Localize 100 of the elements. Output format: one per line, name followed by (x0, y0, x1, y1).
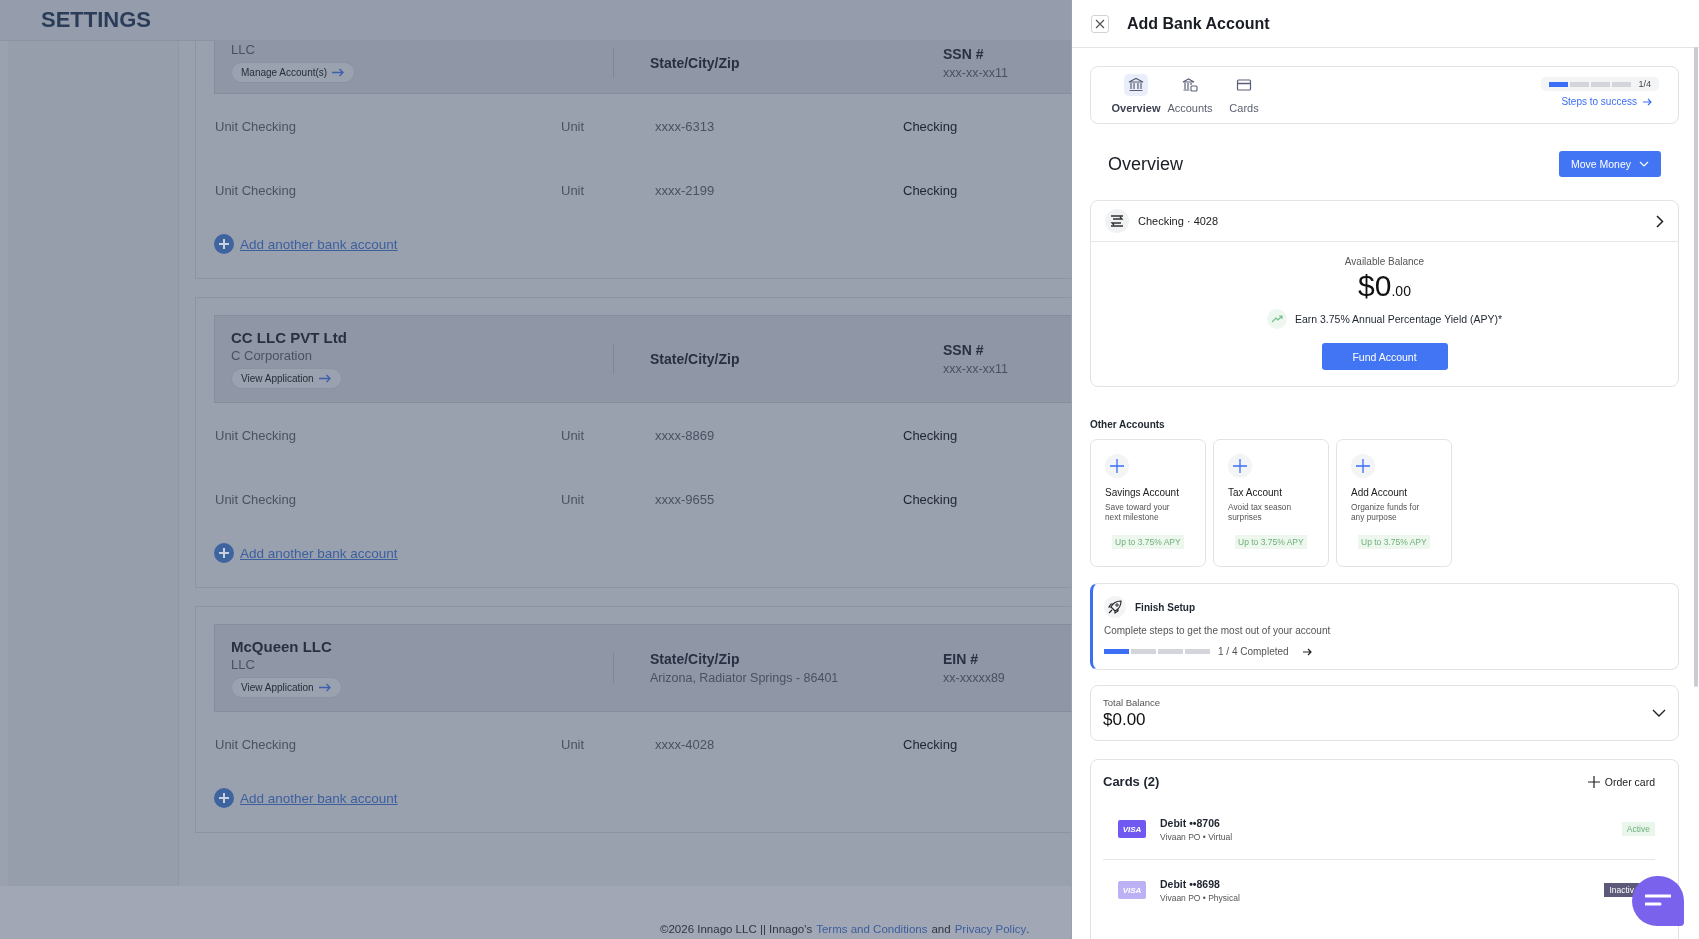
total-balance-value: $0.00 (1103, 709, 1147, 730)
card-icon (1236, 77, 1252, 93)
steps-count: 1/4 (1638, 79, 1651, 89)
business-name: McQueen LLC (231, 638, 332, 655)
rocket-icon (1104, 596, 1126, 618)
account-type: Checking (903, 736, 958, 752)
apy-badge: Up to 3.75% APY (1358, 534, 1430, 549)
account-number: xxxx-6313 (655, 118, 716, 134)
account-type: Checking (903, 491, 958, 507)
id-label: SSN # (943, 342, 985, 358)
scrollbar[interactable] (1694, 47, 1698, 687)
account-name: Unit Checking (215, 182, 297, 198)
finish-setup-title: Finish Setup (1135, 601, 1195, 613)
business-action-button[interactable]: View Application (231, 677, 342, 698)
option-title: Add Account (1351, 487, 1408, 498)
option-description: Save toward your next milestone (1105, 503, 1171, 523)
order-card-button[interactable]: Order card (1587, 775, 1655, 788)
balance-amount: $0.00 (1358, 269, 1411, 303)
location-label: State/City/Zip (650, 54, 741, 71)
bank-name: Unit (561, 491, 586, 507)
business-type: LLC (231, 42, 255, 57)
steps-link[interactable]: Steps to success (1561, 96, 1653, 107)
account-type: Checking (903, 182, 958, 198)
account-number: xxxx-9655 (655, 491, 716, 507)
card-brand-icon: VISA (1118, 820, 1146, 838)
option-title: Savings Account (1105, 487, 1179, 498)
arrow-right-icon (332, 68, 346, 77)
business-action-button[interactable]: View Application (231, 368, 342, 389)
panel-title: Add Bank Account (1127, 14, 1270, 33)
location-label: State/City/Zip (650, 351, 741, 367)
account-name: Unit Checking (215, 118, 297, 134)
overview-heading: Overview (1108, 153, 1183, 175)
option-description: Organize funds for any purpose (1351, 503, 1421, 523)
account-number: xxxx-2199 (655, 182, 716, 198)
bank-icon (1128, 77, 1144, 93)
account-number: xxxx-8869 (655, 427, 716, 443)
move-money-button[interactable]: Move Money (1558, 151, 1661, 177)
footer-text: and (931, 923, 951, 935)
apy-badge: Up to 3.75% APY (1235, 534, 1307, 549)
id-value: xxx-xx-xx11 (943, 65, 1009, 80)
id-label: SSN # (943, 45, 985, 62)
card-detail: Vivaan PO • Physical (1160, 892, 1241, 903)
footer-text: . (1026, 923, 1030, 935)
add-circle-icon[interactable] (214, 788, 234, 808)
card-name: Debit ••8706 (1160, 816, 1221, 829)
total-balance-label: Total Balance (1103, 696, 1161, 708)
plus-icon (1105, 454, 1129, 478)
plus-icon (1587, 775, 1600, 788)
account-name: Unit Checking (215, 491, 297, 507)
close-button[interactable] (1091, 14, 1109, 33)
add-circle-icon[interactable] (214, 234, 234, 254)
id-value: xx-xxxxx89 (943, 671, 1005, 685)
copyright-text: ©2026 Innago LLC || Innago's (660, 923, 813, 935)
account-name: Unit Checking (215, 427, 297, 443)
tab[interactable]: Cards (1219, 74, 1269, 123)
bank-name: Unit (561, 118, 586, 134)
chevron-right-icon (1656, 214, 1664, 228)
bank-card-icon (1182, 77, 1198, 93)
account-option-card[interactable]: Tax Account Avoid tax season surprises Up to 3.75% APY (1213, 439, 1329, 567)
chevron-down-icon (1639, 161, 1649, 167)
fund-account-button[interactable]: Fund Account (1321, 343, 1448, 370)
chat-button[interactable] (1632, 876, 1684, 926)
business-type: C Corporation (231, 348, 312, 363)
transfer-icon (1105, 209, 1129, 233)
page-title: SETTINGS (41, 7, 151, 33)
account-type: Checking (903, 118, 958, 134)
apy-text: Earn 3.75% Annual Percentage Yield (APY)* (1294, 313, 1503, 325)
cards-heading: Cards (2) (1103, 774, 1160, 789)
plus-icon (1351, 454, 1375, 478)
plus-icon (1228, 454, 1252, 478)
add-circle-icon[interactable] (214, 543, 234, 563)
account-option-card[interactable]: Add Account Organize funds for any purpose Up to 3.75% APY (1336, 439, 1452, 567)
card-name: Debit ••8698 (1160, 877, 1221, 890)
apy-badge: Up to 3.75% APY (1112, 534, 1184, 549)
account-row[interactable]: Checking · 4028 (1091, 201, 1678, 242)
account-type: Checking (903, 427, 958, 443)
business-action-button[interactable]: Manage Account(s) (231, 62, 356, 83)
business-name: CC LLC PVT Ltd (231, 329, 347, 346)
option-description: Avoid tax season surprises (1228, 503, 1293, 523)
finish-setup-description: Complete steps to get the most out of your account (1104, 625, 1332, 636)
arrow-right-icon[interactable] (1302, 647, 1313, 656)
chat-icon (1645, 894, 1671, 908)
arrow-right-icon (318, 683, 332, 692)
location-value: Arizona, Radiator Springs - 86401 (650, 671, 840, 685)
total-balance-card[interactable]: Total Balance $0.00 (1090, 685, 1679, 741)
account-name: Unit Checking (215, 736, 297, 752)
arrow-right-icon (318, 374, 332, 383)
account-option-card[interactable]: Savings Account Save toward your next milestone Up to 3.75% APY (1090, 439, 1206, 567)
option-title: Tax Account (1228, 487, 1282, 498)
tab[interactable]: Accounts (1165, 74, 1215, 123)
location-label: State/City/Zip (650, 651, 741, 667)
card-status-badge: Inactiv (1604, 883, 1639, 897)
bank-name: Unit (561, 736, 586, 752)
close-icon (1095, 18, 1105, 29)
tab[interactable]: Overview (1111, 74, 1161, 123)
arrow-right-icon (1643, 97, 1653, 106)
setup-progress-text: 1 / 4 Completed (1218, 646, 1289, 657)
bank-name: Unit (561, 427, 586, 443)
id-label: EIN # (943, 651, 979, 667)
card-brand-icon: VISA (1118, 881, 1146, 899)
